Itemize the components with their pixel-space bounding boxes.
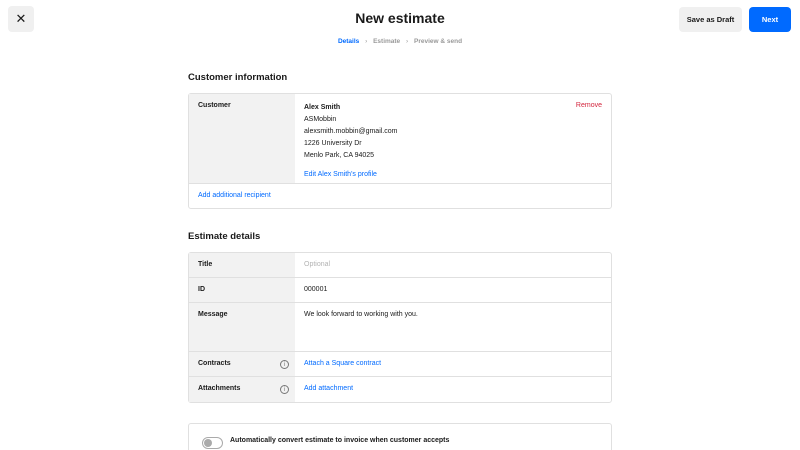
next-button[interactable]: Next [749, 7, 791, 32]
chevron-right-icon: › [406, 38, 409, 45]
customer-details: Alex Smith ASMobbin alexsmith.mobbin@gma… [295, 94, 611, 183]
attachments-label-cell: Attachments i [189, 377, 295, 402]
contracts-label: Contracts [198, 360, 231, 367]
breadcrumb: Details › Estimate › Preview & send [0, 38, 800, 45]
customer-company: ASMobbin [304, 116, 337, 123]
toggle-knob [204, 439, 212, 447]
title-label: Title [189, 253, 295, 277]
add-attachment-link[interactable]: Add attachment [295, 377, 611, 402]
contracts-label-cell: Contracts i [189, 352, 295, 376]
remove-customer-link[interactable]: Remove [576, 102, 602, 109]
customer-email: alexsmith.mobbin@gmail.com [304, 128, 398, 135]
contracts-row: Contracts i Attach a Square contract [189, 352, 611, 377]
info-icon[interactable]: i [280, 385, 289, 394]
estimate-card: Title Optional ID 000001 Message We look… [188, 252, 612, 403]
customer-section-title: Customer information [188, 72, 288, 83]
breadcrumb-step-details[interactable]: Details [338, 38, 359, 45]
id-row: ID 000001 [189, 278, 611, 303]
customer-address-line2: Menlo Park, CA 94025 [304, 152, 375, 159]
breadcrumb-step-preview-send[interactable]: Preview & send [414, 38, 462, 45]
estimate-section-title: Estimate details [188, 231, 261, 242]
attachments-label: Attachments [198, 385, 241, 392]
add-recipient-link[interactable]: Add additional recipient [189, 184, 611, 208]
customer-name: Alex Smith [304, 104, 341, 111]
auto-convert-toggle[interactable] [202, 437, 223, 449]
breadcrumb-step-estimate[interactable]: Estimate [373, 38, 400, 45]
save-draft-button[interactable]: Save as Draft [679, 7, 742, 32]
message-textarea[interactable]: We look forward to working with you. [295, 303, 611, 351]
message-row: Message We look forward to working with … [189, 303, 611, 352]
chevron-right-icon: › [365, 38, 368, 45]
auto-convert-label: Automatically convert estimate to invoic… [230, 437, 450, 444]
title-row: Title Optional [189, 253, 611, 278]
customer-card: Customer Alex Smith ASMobbin alexsmith.m… [188, 93, 612, 209]
attach-contract-link[interactable]: Attach a Square contract [295, 352, 611, 376]
auto-convert-card: Automatically convert estimate to invoic… [188, 423, 612, 450]
edit-profile-link[interactable]: Edit Alex Smith's profile [304, 169, 602, 181]
message-label: Message [189, 303, 295, 351]
customer-row: Customer Alex Smith ASMobbin alexsmith.m… [189, 94, 611, 184]
customer-address-line1: 1226 University Dr [304, 140, 362, 147]
customer-label: Customer [189, 94, 295, 183]
id-input[interactable]: 000001 [295, 278, 611, 302]
title-input[interactable]: Optional [295, 253, 611, 277]
attachments-row: Attachments i Add attachment [189, 377, 611, 402]
id-label: ID [189, 278, 295, 302]
info-icon[interactable]: i [280, 360, 289, 369]
